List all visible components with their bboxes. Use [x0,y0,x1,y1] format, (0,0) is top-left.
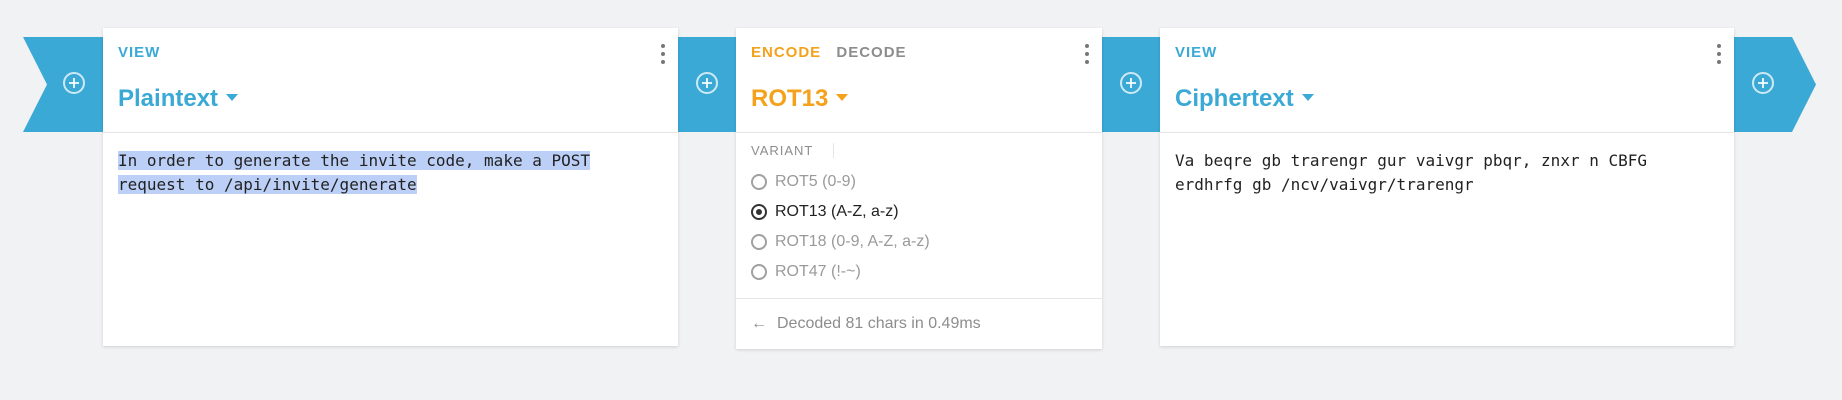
chevron-down-icon [836,94,849,102]
arrow-left-icon: ← [751,315,767,332]
add-step-plus-icon[interactable] [696,72,718,94]
mode-row: VIEW [118,44,170,61]
more-options-icon[interactable] [1716,44,1722,64]
radio-icon [751,264,767,280]
view-mode-tab[interactable]: VIEW [118,44,160,61]
radio-icon [751,234,767,250]
brick-title: ROT13 [751,85,829,112]
variant-radio-group: ROT5 (0-9) ROT13 (A-Z, a-z) ROT18 (0-9, … [736,157,1102,287]
more-options-icon[interactable] [660,44,666,64]
brick-title-dropdown[interactable]: ROT13 [751,85,849,113]
variant-option-rot5[interactable]: ROT5 (0-9) [751,167,1087,197]
add-step-plus-icon[interactable] [1120,72,1142,94]
brick-title-dropdown[interactable]: Plaintext [118,85,239,113]
card-header: ENCODE DECODE ROT13 [736,28,1102,133]
selected-text: In order to generate the invite code, ma… [118,151,591,194]
radio-checked-icon [751,204,767,220]
plaintext-card: VIEW Plaintext In order to generate the … [103,28,678,346]
radio-icon [751,174,767,190]
variant-option-rot13[interactable]: ROT13 (A-Z, a-z) [751,197,1087,227]
view-mode-tab[interactable]: VIEW [1175,44,1217,61]
chevron-down-icon [226,94,239,102]
plaintext-editor[interactable]: In order to generate the invite code, ma… [103,133,678,213]
brick-title: Plaintext [118,85,219,112]
mode-row: ENCODE DECODE [751,44,917,61]
add-step-plus-icon[interactable] [63,72,85,94]
chevron-down-icon [1301,94,1314,102]
encode-tab[interactable]: ENCODE [751,44,821,61]
brick-title-dropdown[interactable]: Ciphertext [1175,85,1314,113]
variant-option-rot18[interactable]: ROT18 (0-9, A-Z, a-z) [751,227,1087,257]
ciphertext-editor[interactable]: Va beqre gb trarengr gur vaivgr pbqr, zn… [1160,133,1734,213]
ciphertext-content: Va beqre gb trarengr gur vaivgr pbqr, zn… [1175,151,1648,194]
more-options-icon[interactable] [1084,44,1090,64]
card-header: VIEW Plaintext [103,28,678,133]
status-bar: ← Decoded 81 chars in 0.49ms [736,298,1102,349]
status-text: Decoded 81 chars in 0.49ms [777,315,981,332]
pipeline-end-band [1734,37,1816,132]
variant-option-rot47[interactable]: ROT47 (!-~) [751,257,1087,287]
card-header: VIEW Ciphertext [1160,28,1734,133]
variant-label: VARIANT [736,133,1102,158]
ciphertext-card: VIEW Ciphertext Va beqre gb trarengr gur… [1160,28,1734,346]
brick-title: Ciphertext [1175,85,1294,112]
decode-tab[interactable]: DECODE [836,44,906,61]
mode-row: VIEW [1175,44,1227,61]
rot13-card: ENCODE DECODE ROT13 VARIANT ROT5 (0-9) R… [736,28,1102,349]
add-step-plus-icon[interactable] [1752,72,1774,94]
